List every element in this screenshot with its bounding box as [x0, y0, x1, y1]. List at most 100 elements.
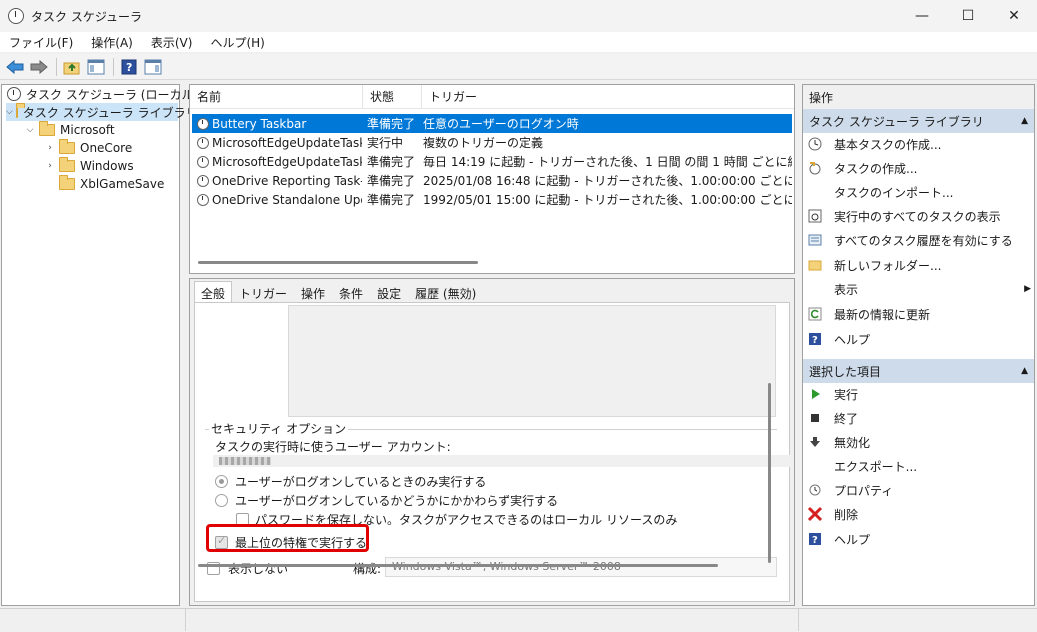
action-create-basic-task[interactable]: 基本タスクの作成...: [807, 133, 1029, 155]
action-new-folder[interactable]: 新しいフォルダー...: [807, 254, 1029, 276]
back-button[interactable]: [4, 56, 26, 78]
tab-history[interactable]: 履歴 (無効): [408, 281, 483, 303]
run-whether-logged-on-radio[interactable]: [215, 494, 228, 507]
task-name: OneDrive Standalone Upd...: [212, 192, 362, 207]
description-field[interactable]: [288, 305, 776, 417]
menu-file[interactable]: ファイル(F): [0, 34, 82, 51]
action-refresh[interactable]: 最新の情報に更新: [807, 303, 1029, 325]
task-status: 準備完了: [367, 193, 416, 207]
close-button[interactable]: ✕: [991, 0, 1037, 32]
menu-view[interactable]: 表示(V): [142, 34, 202, 51]
action-help[interactable]: ? ヘルプ: [807, 328, 1029, 350]
folder-icon: [59, 139, 75, 154]
task-status: 準備完了: [367, 174, 416, 188]
action-display-running-tasks[interactable]: 実行中のすべてのタスクの表示: [807, 205, 1029, 227]
maximize-button[interactable]: ☐: [945, 0, 991, 32]
chevron-right-icon[interactable]: ›: [44, 161, 56, 171]
minimize-button[interactable]: —: [899, 0, 945, 32]
run-icon: [807, 386, 823, 402]
action-disable[interactable]: 無効化: [807, 431, 1029, 453]
tree-item-label: Microsoft: [60, 123, 115, 137]
task-row[interactable]: MicrosoftEdgeUpdateTask... 準備完了 毎日 14:19…: [192, 152, 792, 171]
toolbar-separator: [113, 57, 114, 76]
task-status: 準備完了: [367, 117, 416, 131]
tab-settings[interactable]: 設定: [370, 281, 408, 303]
help-button[interactable]: ?: [118, 56, 140, 78]
tab-conditions[interactable]: 条件: [332, 281, 370, 303]
history-icon: [807, 232, 823, 248]
action-properties[interactable]: プロパティ: [807, 479, 1029, 501]
chevron-right-icon[interactable]: ›: [44, 143, 56, 153]
action-label: 新しいフォルダー...: [834, 258, 942, 273]
action-run[interactable]: 実行: [807, 383, 1029, 405]
horizontal-scrollbar[interactable]: [198, 564, 718, 567]
action-label: 実行: [834, 387, 859, 402]
action-view[interactable]: 表示 ▶: [807, 278, 1031, 300]
run-only-logged-on-radio[interactable]: [215, 475, 228, 488]
tab-actions[interactable]: 操作: [294, 281, 332, 303]
task-name: MicrosoftEdgeUpdateTask...: [212, 135, 362, 150]
section-header-selected[interactable]: 選択した項目 ▲: [803, 359, 1034, 383]
tree-item-library[interactable]: ⌵ タスク スケジューラ ライブラリ: [6, 103, 198, 121]
action-delete[interactable]: 削除: [807, 503, 1029, 525]
action-label: 最新の情報に更新: [834, 307, 931, 322]
task-clock-icon: [197, 174, 209, 187]
status-bar: [0, 608, 1037, 632]
general-tab-body: セキュリティ オプション タスクの実行時に使うユーザー アカウント: ユーザーが…: [194, 302, 793, 602]
new-folder-icon: [807, 257, 823, 273]
column-status[interactable]: 状態: [363, 85, 422, 109]
tree-item-windows[interactable]: › Windows: [44, 157, 134, 175]
task-row[interactable]: MicrosoftEdgeUpdateTask... 実行中 複数のトリガーの定…: [192, 133, 792, 152]
action-enable-history[interactable]: すべてのタスク履歴を有効にする: [807, 229, 1029, 251]
help-icon: ?: [807, 531, 823, 547]
tab-general[interactable]: 全般: [194, 281, 233, 303]
forward-button[interactable]: [28, 56, 50, 78]
column-trigger[interactable]: トリガー: [422, 85, 794, 109]
chevron-down-icon[interactable]: ⌵: [24, 125, 36, 135]
account-label: タスクの実行時に使うユーザー アカウント:: [215, 440, 451, 454]
stop-icon: [807, 410, 823, 426]
section-header-library[interactable]: タスク スケジューラ ライブラリ ▲: [803, 109, 1034, 133]
action-help-selected[interactable]: ? ヘルプ: [807, 528, 1029, 550]
tree-item-onecore[interactable]: › OneCore: [44, 139, 132, 157]
horizontal-scrollbar[interactable]: [198, 261, 478, 264]
tree-item-microsoft[interactable]: ⌵ Microsoft: [24, 121, 115, 139]
action-label: 基本タスクの作成...: [834, 137, 942, 152]
column-name[interactable]: 名前: [190, 85, 363, 109]
action-end[interactable]: 終了: [807, 407, 1029, 429]
task-detail-pane: 全般 トリガー 操作 条件 設定 履歴 (無効) セキュリティ オプション タス…: [189, 278, 795, 606]
collapse-up-icon[interactable]: ▲: [1021, 366, 1028, 376]
up-folder-button[interactable]: [61, 56, 83, 78]
tab-triggers[interactable]: トリガー: [232, 281, 294, 303]
vertical-scrollbar[interactable]: [768, 383, 771, 563]
task-status: 準備完了: [367, 155, 416, 169]
tree-item-root[interactable]: タスク スケジューラ (ローカル): [4, 85, 198, 103]
task-trigger: 複数のトリガーの定義: [423, 136, 544, 150]
chevron-down-icon[interactable]: ⌵: [6, 107, 13, 117]
help-book-icon: ?: [121, 59, 137, 74]
configure-for-select[interactable]: Windows Vista™, Windows Server™ 2008: [385, 557, 777, 577]
forward-arrow-icon: [30, 59, 48, 74]
window-title: タスク スケジューラ: [31, 9, 142, 24]
action-export[interactable]: エクスポート...: [807, 455, 1029, 477]
show-hide-console-tree-button[interactable]: [85, 56, 107, 78]
action-import-task[interactable]: タスクのインポート...: [807, 181, 1029, 203]
security-options-title: セキュリティ オプション: [209, 420, 349, 437]
collapse-up-icon[interactable]: ▲: [1021, 116, 1028, 126]
detail-tabs: 全般 トリガー 操作 条件 設定 履歴 (無効): [194, 281, 483, 303]
svg-text:?: ?: [126, 61, 132, 74]
menu-action[interactable]: 操作(A): [82, 34, 142, 51]
console-tree-icon: [87, 59, 105, 74]
user-account-value: [213, 455, 793, 467]
action-create-task[interactable]: タスクの作成...: [807, 157, 1029, 179]
task-row[interactable]: Buttery Taskbar 準備完了 任意のユーザーのログオン時: [192, 114, 792, 133]
action-label: 無効化: [834, 435, 871, 450]
task-row[interactable]: OneDrive Standalone Upd... 準備完了 1992/05/…: [192, 190, 792, 209]
back-arrow-icon: [6, 59, 24, 74]
svg-text:?: ?: [812, 335, 818, 346]
tree-item-label: Windows: [80, 159, 134, 173]
task-row[interactable]: OneDrive Reporting Task-... 準備完了 2025/01…: [192, 171, 792, 190]
tree-item-xblgamesave[interactable]: XblGameSave: [44, 175, 164, 193]
show-hide-action-pane-button[interactable]: [142, 56, 164, 78]
menu-help[interactable]: ヘルプ(H): [201, 34, 273, 51]
